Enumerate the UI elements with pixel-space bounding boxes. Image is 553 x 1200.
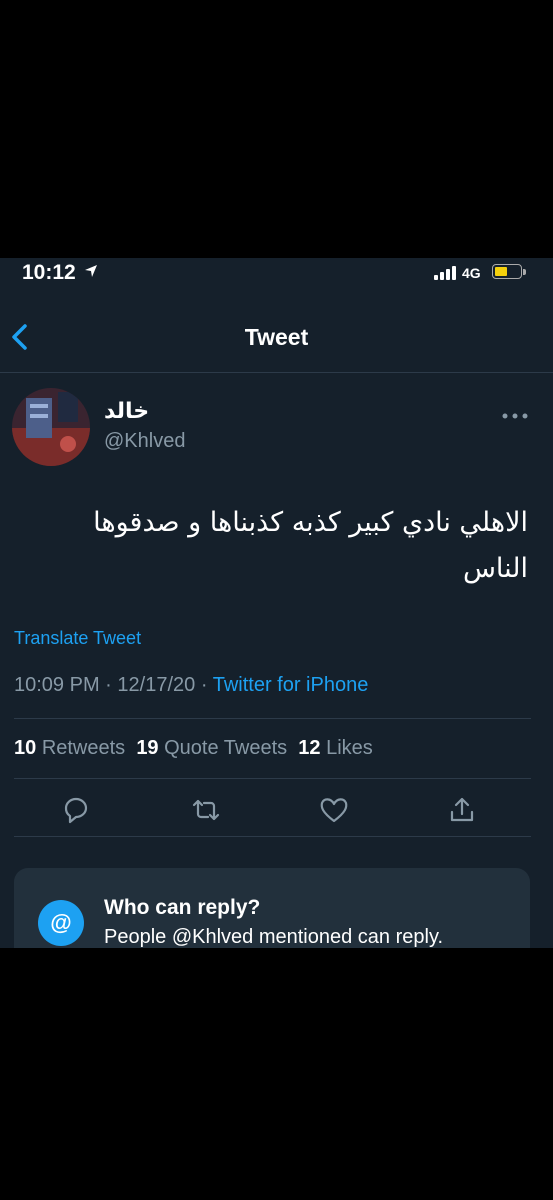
tweet-time: 10:09 PM: [14, 674, 100, 696]
retweets-stat[interactable]: 10 Retweets: [14, 737, 125, 759]
divider: [14, 778, 531, 779]
divider: [14, 836, 531, 837]
avatar[interactable]: [12, 388, 90, 466]
status-bar: 10:12 4G: [0, 258, 553, 294]
share-icon[interactable]: [446, 794, 478, 826]
quote-tweets-label: Quote Tweets: [164, 737, 288, 759]
retweets-count: 10: [14, 737, 37, 759]
location-arrow-icon: [84, 264, 98, 283]
more-icon[interactable]: [500, 408, 530, 419]
user-handle[interactable]: @Khlved: [104, 430, 185, 453]
battery-icon: [492, 264, 528, 281]
tweet-source-link[interactable]: Twitter for iPhone: [213, 674, 369, 696]
quote-tweets-count: 19: [136, 737, 159, 759]
likes-label: Likes: [326, 737, 373, 759]
tweet-text: الاهلي نادي كبير كذبه كذبناها و صدقوها ا…: [93, 507, 528, 584]
display-name[interactable]: خالد: [104, 398, 149, 424]
status-time: 10:12: [22, 261, 76, 284]
meta-separator: ·: [105, 674, 112, 696]
who-can-reply-card: @ Who can reply? People @Khlved mentione…: [14, 868, 530, 948]
divider: [14, 718, 531, 719]
retweets-label: Retweets: [41, 737, 126, 759]
like-icon[interactable]: [318, 794, 350, 826]
tweet-screen: 10:12 4G Tweet خالد @Khlved الاهلي نادي …: [0, 258, 553, 948]
nav-bar: Tweet: [0, 308, 553, 373]
who-can-reply-subtitle: People @Khlved mentioned can reply.: [104, 926, 444, 948]
tweet-stats: 10 Retweets 19 Quote Tweets 12 Likes: [14, 737, 373, 760]
translate-tweet-link[interactable]: Translate Tweet: [14, 628, 141, 649]
who-can-reply-title: Who can reply?: [104, 896, 261, 919]
signal-icon: [434, 266, 458, 280]
retweet-icon[interactable]: [190, 794, 222, 826]
reply-icon[interactable]: [60, 794, 92, 826]
tweet-date: 12/17/20: [117, 674, 196, 696]
quote-tweets-stat[interactable]: 19 Quote Tweets: [136, 737, 287, 759]
likes-count: 12: [298, 737, 321, 759]
page-title: Tweet: [244, 324, 309, 350]
likes-stat[interactable]: 12 Likes: [298, 737, 373, 759]
meta-separator: ·: [200, 674, 208, 696]
network-type: 4G: [462, 265, 481, 281]
tweet-meta: 10:09 PM · 12/17/20 · Twitter for iPhone: [14, 674, 368, 697]
at-icon: @: [38, 900, 84, 946]
